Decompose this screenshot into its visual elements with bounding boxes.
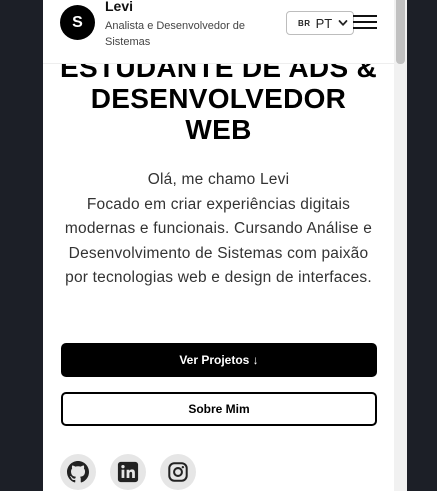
- hero-title: ESTUDANTE DE ADS & DESENVOLVEDOR WEB: [43, 52, 394, 145]
- language-select[interactable]: BR PT: [286, 11, 354, 35]
- chevron-down-icon: [338, 20, 348, 26]
- brand-subtitle: Analista e Desenvolvedor de Sistemas: [105, 20, 246, 48]
- instagram-link[interactable]: [160, 454, 196, 490]
- greeting: Olá, me chamo Levi: [147, 171, 290, 188]
- brand-name: Levi: [105, 0, 134, 14]
- about-me-button[interactable]: Sobre Mim: [61, 392, 377, 426]
- logo-avatar[interactable]: S: [60, 5, 95, 40]
- description: Focado em criar experiências digitais mo…: [64, 195, 373, 287]
- github-link[interactable]: [60, 454, 96, 490]
- hero-title-line-2: DESENVOLVEDOR: [90, 83, 347, 114]
- flag-br-icon: BR: [298, 18, 311, 28]
- page-viewport: ESTUDANTE DE ADS & DESENVOLVEDOR WEB S L…: [43, 0, 394, 491]
- intro-text: Olá, me chamo Levi Focado em criar exper…: [58, 168, 379, 291]
- scrollbar-thumb[interactable]: [396, 0, 405, 64]
- hamburger-menu-icon[interactable]: [353, 15, 377, 31]
- github-icon: [67, 461, 89, 483]
- hero-title-line-3: WEB: [185, 114, 252, 145]
- scrollbar[interactable]: [394, 0, 407, 491]
- language-selected: PT: [315, 15, 333, 31]
- linkedin-icon: [117, 461, 139, 483]
- instagram-icon: [168, 462, 188, 482]
- linkedin-link[interactable]: [110, 454, 146, 490]
- site-header: S Levi Analista e Desenvolvedor de Siste…: [43, 0, 394, 64]
- logo-letter: S: [72, 13, 83, 31]
- view-projects-button[interactable]: Ver Projetos ↓: [61, 343, 377, 377]
